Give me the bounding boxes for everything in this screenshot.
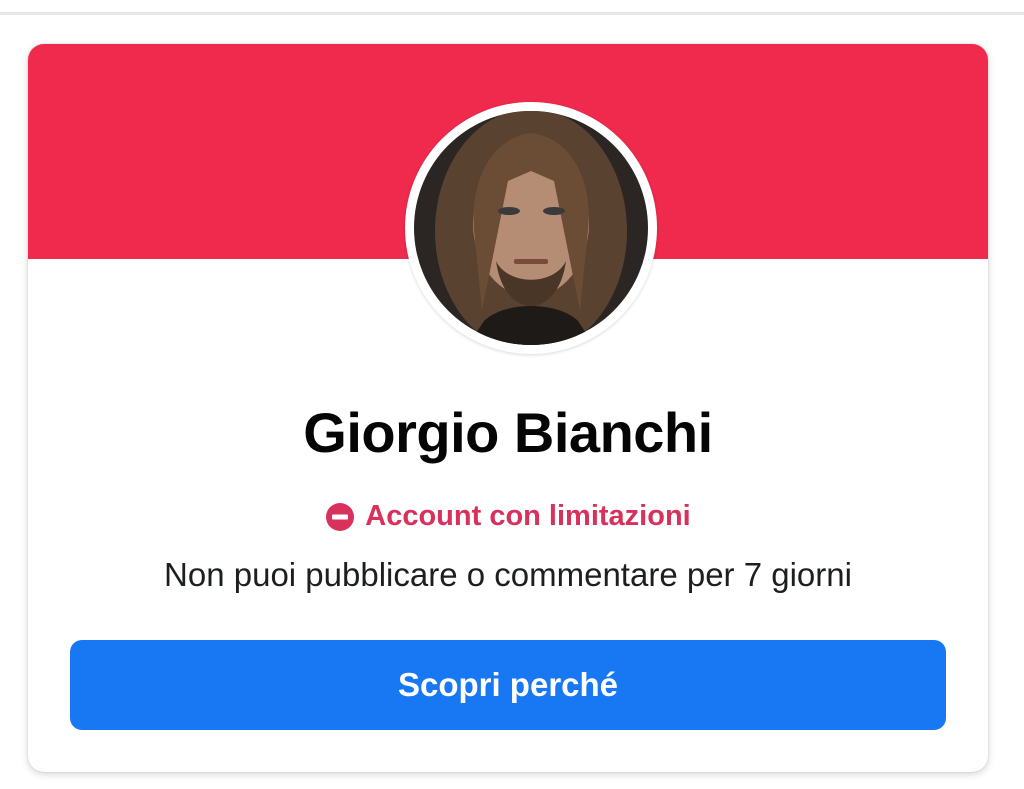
restriction-description: Non puoi pubblicare o commentare per 7 g… xyxy=(164,556,852,593)
profile-name: Giorgio Bianchi xyxy=(303,401,713,464)
restriction-status-label: Account con limitazioni xyxy=(365,500,691,532)
restriction-status: Account con limitazioni xyxy=(28,500,988,533)
learn-why-button[interactable]: Scopri perché xyxy=(70,640,946,730)
top-divider xyxy=(0,12,1024,15)
minus-circle-icon xyxy=(326,502,355,531)
profile-avatar[interactable] xyxy=(405,102,657,354)
avatar-image xyxy=(414,111,648,345)
restricted-account-card: Giorgio Bianchi Account con limitazioni … xyxy=(28,44,988,772)
